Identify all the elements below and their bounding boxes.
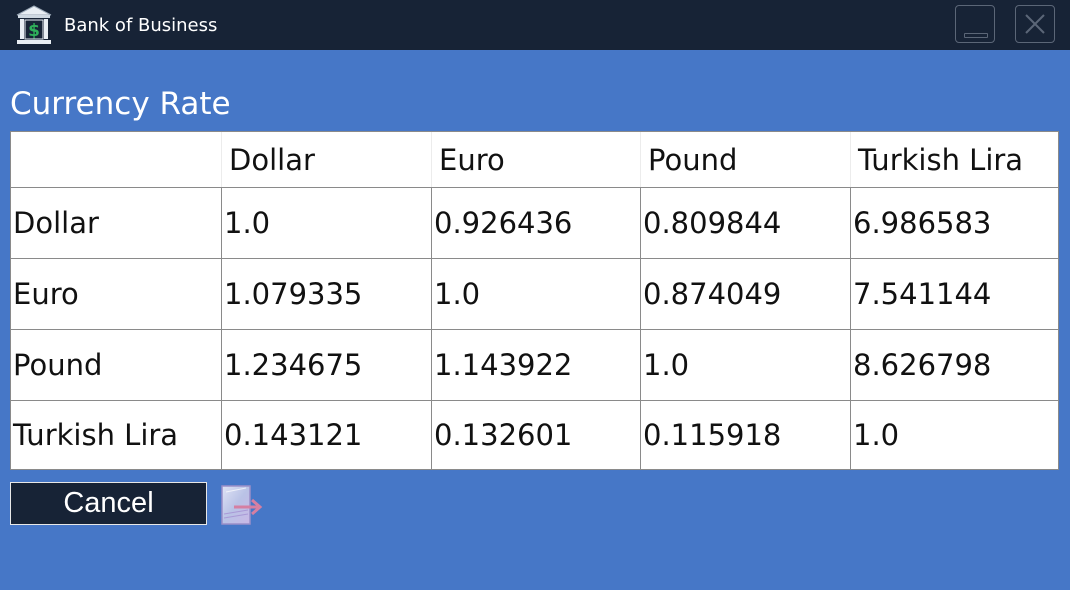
row-label: Dollar [11, 187, 221, 258]
header-cell-turkish-lira[interactable]: Turkish Lira [850, 132, 1058, 187]
rate-cell: 1.0 [850, 400, 1058, 469]
table-row[interactable]: Dollar 1.0 0.926436 0.809844 6.986583 [11, 187, 1058, 258]
row-label: Pound [11, 329, 221, 400]
row-label: Turkish Lira [11, 400, 221, 469]
header-cell-pound[interactable]: Pound [640, 132, 850, 187]
rate-cell: 1.143922 [431, 329, 640, 400]
table-header-row: Dollar Euro Pound Turkish Lira [11, 132, 1058, 187]
rate-cell: 6.986583 [850, 187, 1058, 258]
svg-text:$: $ [28, 21, 40, 41]
bank-dollar-icon: $ [14, 4, 54, 46]
rate-cell: 1.234675 [221, 329, 431, 400]
rate-cell: 7.541144 [850, 258, 1058, 329]
rate-cell: 1.0 [640, 329, 850, 400]
app-title: Bank of Business [64, 15, 218, 36]
rate-cell: 0.926436 [431, 187, 640, 258]
rate-cell: 1.079335 [221, 258, 431, 329]
header-cell-dollar[interactable]: Dollar [221, 132, 431, 187]
minimize-button[interactable] [955, 5, 995, 43]
rate-cell: 1.0 [431, 258, 640, 329]
rate-cell: 0.143121 [221, 400, 431, 469]
row-label: Euro [11, 258, 221, 329]
rate-cell: 0.809844 [640, 187, 850, 258]
cancel-button[interactable]: Cancel [10, 482, 207, 525]
page-title: Currency Rate [10, 86, 231, 122]
close-button[interactable] [1015, 5, 1055, 43]
currency-rate-table: Dollar Euro Pound Turkish Lira Dollar 1.… [10, 131, 1059, 470]
rate-cell: 1.0 [221, 187, 431, 258]
exit-arrow-icon[interactable] [220, 484, 266, 528]
header-cell-euro[interactable]: Euro [431, 132, 640, 187]
table-row[interactable]: Pound 1.234675 1.143922 1.0 8.626798 [11, 329, 1058, 400]
header-cell-corner [11, 132, 221, 187]
minimize-icon [964, 33, 988, 38]
rate-cell: 0.115918 [640, 400, 850, 469]
rate-cell: 0.132601 [431, 400, 640, 469]
rate-cell: 8.626798 [850, 329, 1058, 400]
close-icon [1025, 14, 1045, 34]
title-bar: $ Bank of Business [0, 0, 1070, 50]
table-row[interactable]: Euro 1.079335 1.0 0.874049 7.541144 [11, 258, 1058, 329]
table-row[interactable]: Turkish Lira 0.143121 0.132601 0.115918 … [11, 400, 1058, 469]
rate-cell: 0.874049 [640, 258, 850, 329]
